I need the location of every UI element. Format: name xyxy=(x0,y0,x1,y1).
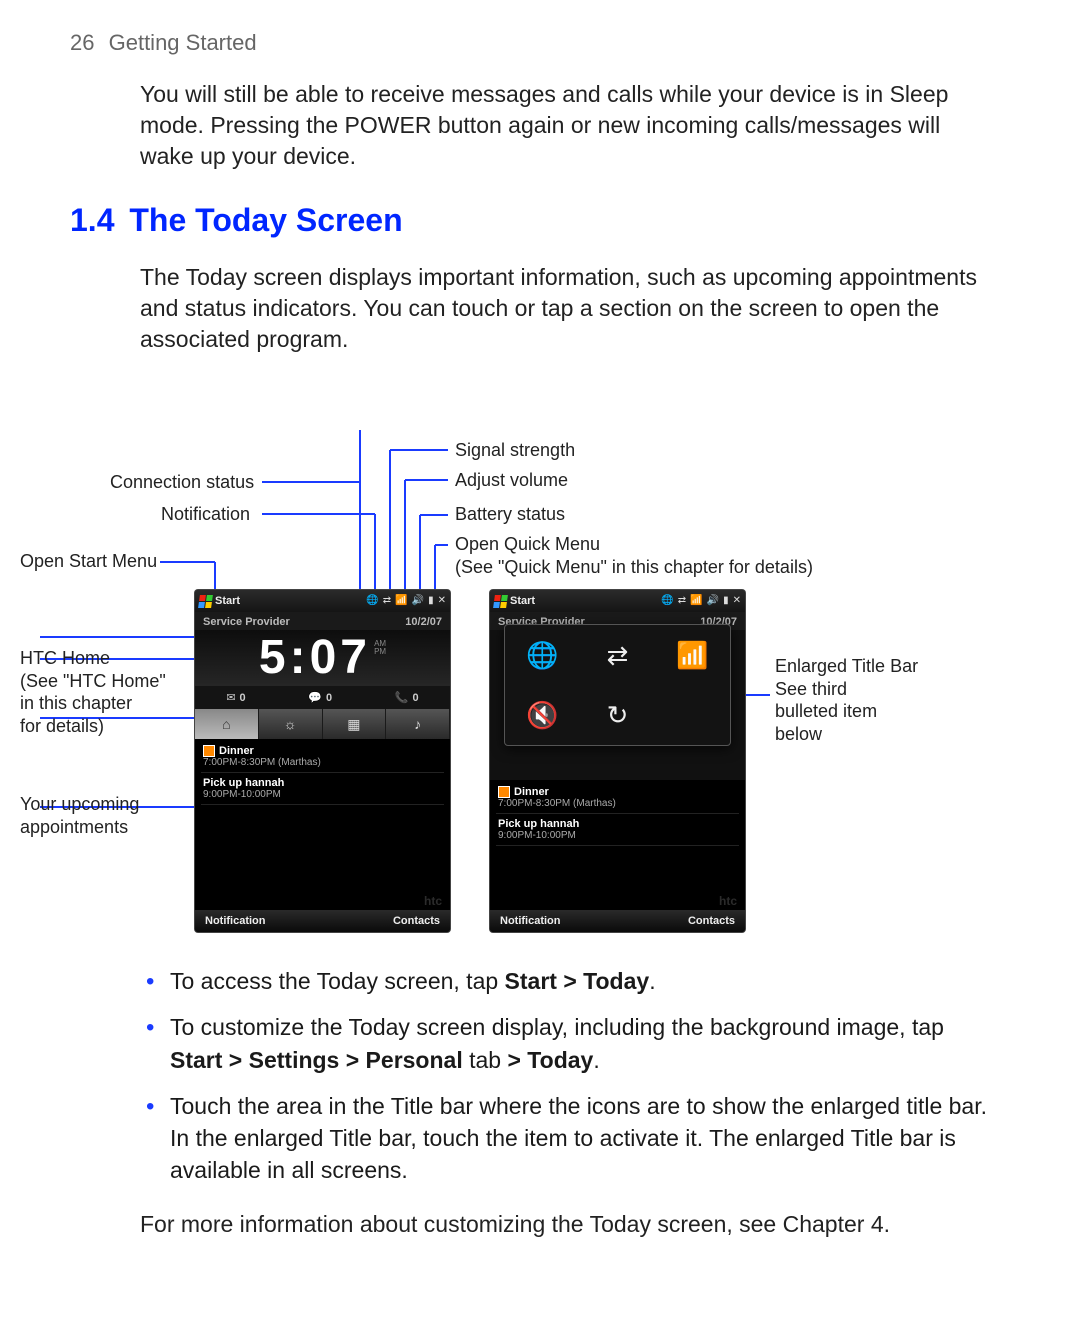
softkey-right[interactable]: Contacts xyxy=(393,915,440,927)
intro-paragraph: You will still be able to receive messag… xyxy=(140,79,990,172)
date-text: 10/2/07 xyxy=(405,616,442,628)
windows-flag-icon[interactable] xyxy=(493,595,508,608)
upcoming-appointments[interactable]: Dinner 7:00PM-8:30PM (Marthas) Pick up h… xyxy=(195,739,450,807)
callout-htc-home: HTC Home (See "HTC Home" in this chapter… xyxy=(20,647,166,737)
appointment-item[interactable]: Pick up hannah 9:00PM-10:00PM xyxy=(201,773,444,805)
start-menu-label[interactable]: Start xyxy=(510,595,535,607)
manual-page: 26 Getting Started You will still be abl… xyxy=(0,0,1080,1323)
enlarged-title-bar[interactable]: 🌐 ⇄ 📶 🔇 ↻ xyxy=(504,624,731,746)
status-icons[interactable]: 🌐⇄📶🔊▮✕ xyxy=(661,596,741,606)
volume-icon[interactable]: 🔊 xyxy=(412,596,424,606)
data-icon[interactable]: ⇄ xyxy=(580,625,655,685)
launcher-tab-icon[interactable]: ▦ xyxy=(323,709,387,739)
status-icons[interactable]: 🌐 ⇄ 📶 🔊 ▮ ✕ xyxy=(366,596,446,606)
globe-icon[interactable]: 🌐 xyxy=(505,625,580,685)
phone-screenshot-right: Start 🌐⇄📶🔊▮✕ Service Provider 10/2/07 Di… xyxy=(490,590,745,932)
windows-flag-icon[interactable] xyxy=(198,595,213,608)
htc-home-clock[interactable]: 5:07 AMPM xyxy=(195,630,450,686)
start-menu-label[interactable]: Start xyxy=(215,595,240,607)
htc-logo: htc xyxy=(719,894,737,908)
signal-icon[interactable]: 📶 xyxy=(395,596,407,606)
home-tab-icon[interactable]: ⌂ xyxy=(195,709,259,739)
provider-row: Service Provider 10/2/07 xyxy=(195,612,450,630)
appointment-item[interactable]: Dinner 7:00PM-8:30PM (Marthas) xyxy=(201,741,444,773)
callout-battery-status: Battery status xyxy=(455,503,565,526)
sync-icon[interactable]: ↻ xyxy=(580,685,655,745)
phone-screenshot-left: Start 🌐 ⇄ 📶 🔊 ▮ ✕ Service Provider 10/2/… xyxy=(195,590,450,932)
notification-counters[interactable]: ✉0 💬0 📞0 xyxy=(195,686,450,709)
today-screen-diagram: Connection status Notification Open Star… xyxy=(0,395,940,935)
calendar-icon xyxy=(203,745,215,757)
callout-open-quick-menu: Open Quick Menu (See "Quick Menu" in thi… xyxy=(455,533,813,578)
bullet-item: Touch the area in the Title bar where th… xyxy=(170,1090,990,1187)
signal-icon[interactable]: 📶 xyxy=(655,625,730,685)
volume-icon[interactable]: 🔇 xyxy=(505,685,580,745)
bullet-list: To access the Today screen, tap Start > … xyxy=(140,965,990,1186)
callout-open-start-menu: Open Start Menu xyxy=(20,550,157,573)
chapter-title: Getting Started xyxy=(109,30,257,55)
globe-icon[interactable]: 🌐 xyxy=(366,596,378,606)
upcoming-appointments[interactable]: Dinner 7:00PM-8:30PM (Marthas) Pick up h… xyxy=(490,780,745,848)
callout-adjust-volume: Adjust volume xyxy=(455,469,568,492)
sound-tab-icon[interactable]: ♪ xyxy=(386,709,450,739)
weather-tab-icon[interactable]: ☼ xyxy=(259,709,323,739)
callout-connection-status: Connection status xyxy=(110,471,254,494)
callout-enlarged-title-bar: Enlarged Title Bar See third bulleted it… xyxy=(775,655,918,745)
page-number: 26 xyxy=(70,30,94,55)
softkey-left[interactable]: Notification xyxy=(500,915,561,927)
clock-time: 5:07 xyxy=(259,631,371,684)
data-icon[interactable]: ⇄ xyxy=(383,596,391,606)
title-bar[interactable]: Start 🌐⇄📶🔊▮✕ xyxy=(490,590,745,612)
callout-upcoming-appointments: Your upcoming appointments xyxy=(20,793,139,838)
bullet-item: To customize the Today screen display, i… xyxy=(170,1011,990,1075)
softkey-right[interactable]: Contacts xyxy=(688,915,735,927)
closing-paragraph: For more information about customizing t… xyxy=(140,1209,990,1240)
quick-menu-icon[interactable]: ✕ xyxy=(438,596,446,606)
softkey-left[interactable]: Notification xyxy=(205,915,266,927)
call-icon[interactable]: 📞 xyxy=(395,691,409,704)
section-title: The Today Screen xyxy=(129,202,402,238)
section-number: 1.4 xyxy=(70,202,114,238)
battery-icon[interactable]: ▮ xyxy=(428,596,434,606)
htc-logo: htc xyxy=(424,894,442,908)
page-header: 26 Getting Started xyxy=(70,30,990,56)
section-paragraph: The Today screen displays important info… xyxy=(140,262,990,355)
sms-icon[interactable]: 💬 xyxy=(308,691,322,704)
provider-name: Service Provider xyxy=(203,616,290,628)
section-heading: 1.4 The Today Screen xyxy=(70,202,990,239)
callout-signal-strength: Signal strength xyxy=(455,439,575,462)
bullet-item: To access the Today screen, tap Start > … xyxy=(170,965,990,997)
callout-notification: Notification xyxy=(161,503,250,526)
htc-home-tabs[interactable]: ⌂ ☼ ▦ ♪ xyxy=(195,709,450,739)
mail-icon[interactable]: ✉ xyxy=(226,691,235,704)
title-bar[interactable]: Start 🌐 ⇄ 📶 🔊 ▮ ✕ xyxy=(195,590,450,612)
